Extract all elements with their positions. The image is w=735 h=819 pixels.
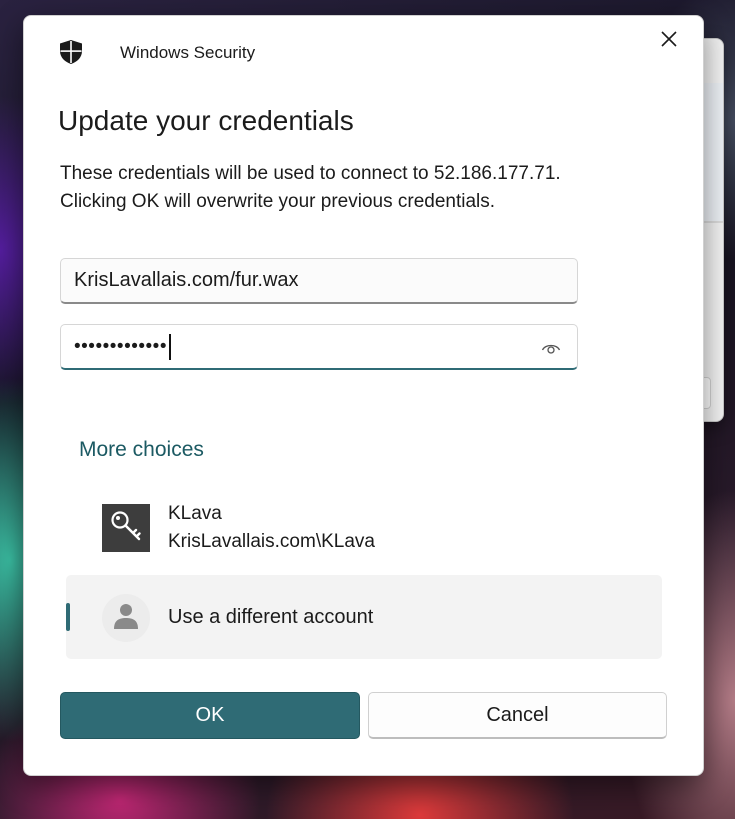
close-icon xyxy=(661,30,677,52)
dialog-description: These credentials will be used to connec… xyxy=(60,160,660,216)
title-bar: Windows Security xyxy=(24,16,703,76)
username-field[interactable]: KrisLavallais.com/fur.wax xyxy=(60,258,578,304)
avatar xyxy=(102,594,150,642)
account-detail: KrisLavallais.com\KLava xyxy=(168,531,375,552)
shield-icon xyxy=(58,39,84,65)
username-value: KrisLavallais.com/fur.wax xyxy=(74,269,299,291)
key-icon xyxy=(109,509,143,548)
different-account-label: Use a different account xyxy=(168,606,374,628)
selection-indicator xyxy=(66,603,70,631)
credentials-dialog: Windows Security Update your credentials… xyxy=(23,15,704,776)
description-line-2: Clicking OK will overwrite your previous… xyxy=(60,191,496,212)
ok-button[interactable]: OK xyxy=(60,692,360,739)
account-option-klava[interactable]: KLava KrisLavallais.com\KLava xyxy=(66,494,662,564)
close-button[interactable] xyxy=(649,26,689,56)
password-value: ••••••••••••• xyxy=(74,335,167,357)
text-caret xyxy=(168,333,171,360)
person-icon xyxy=(112,601,140,636)
account-tile xyxy=(102,504,150,552)
account-option-different[interactable]: Use a different account xyxy=(66,575,662,659)
more-choices-link[interactable]: More choices xyxy=(79,438,204,462)
eye-icon[interactable] xyxy=(541,339,561,355)
account-name: KLava xyxy=(168,503,222,524)
password-field[interactable]: ••••••••••••• xyxy=(60,324,578,370)
dialog-heading: Update your credentials xyxy=(58,105,354,136)
window-title: Windows Security xyxy=(120,43,256,62)
cancel-button[interactable]: Cancel xyxy=(368,692,667,739)
description-line-1: These credentials will be used to connec… xyxy=(60,163,561,184)
